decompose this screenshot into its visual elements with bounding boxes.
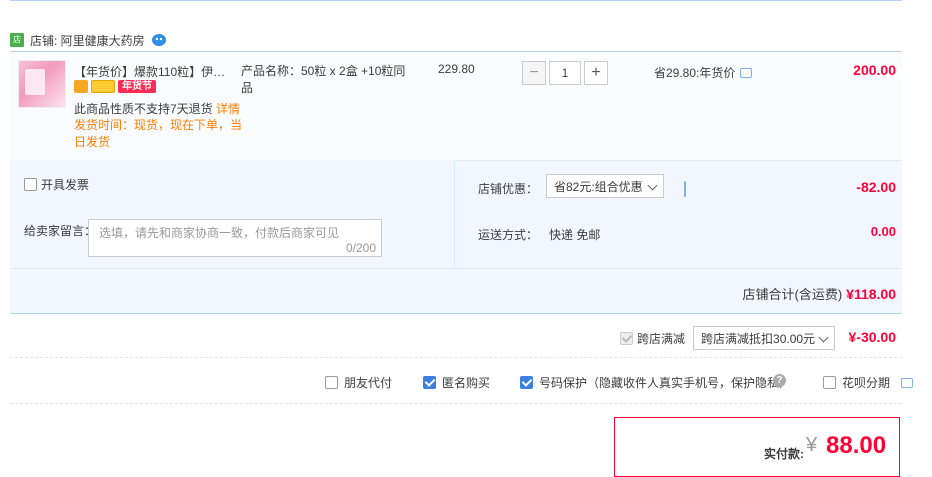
message-char-count: 0/200 (345, 241, 376, 255)
service-badge-icon (74, 80, 88, 93)
no-return-notice: 此商品性质不支持7天退货 详情 (74, 102, 241, 116)
festival-badge: 年货节 (118, 80, 156, 93)
product-spec: 产品名称：50粒 x 2盒 +10粒同品 (241, 64, 406, 95)
options-divider (10, 268, 902, 269)
payment-label: 实付款: (764, 447, 804, 461)
shop-icon: 店 (10, 33, 24, 47)
number-protect-option[interactable]: 号码保护（隐藏收件人真实手机号，保护隐私） (520, 374, 791, 391)
divider (10, 357, 902, 358)
shop-coupon-amount: -82.00 (856, 179, 896, 195)
item-subtotal: 200.00 (853, 62, 896, 78)
divider (10, 403, 902, 404)
cross-store-checkbox (620, 331, 633, 345)
chevron-down-icon (647, 180, 658, 191)
quantity-stepper: − 1 + (522, 61, 608, 85)
qty-input[interactable]: 1 (549, 61, 581, 85)
shipping-method-value: 快递 免邮 (549, 228, 601, 242)
shop-total: 店铺合计(含运费) ¥118.00 (742, 286, 896, 302)
invoice-option[interactable]: 开具发票 (24, 176, 89, 193)
huabei-option[interactable]: 花呗分期 (823, 374, 914, 391)
payment-currency: ¥ (806, 434, 818, 456)
card-badge-icon (91, 80, 115, 93)
invoice-label: 开具发票 (41, 178, 90, 192)
promo-info-icon[interactable] (740, 67, 753, 78)
shop-coupon-label: 店铺优惠： (478, 182, 539, 196)
number-protect-checkbox[interactable] (520, 376, 533, 389)
shipping-method-label: 运送方式： (478, 228, 539, 242)
friend-pay-checkbox[interactable] (325, 376, 338, 389)
cross-store-amount: ¥-30.00 (848, 329, 896, 345)
anonymous-checkbox[interactable] (423, 376, 436, 389)
item-promotion: 省29.80:年货价 (654, 64, 753, 81)
ship-time-notice: 发货时间：现货，现在下单，当日发货 (74, 118, 243, 149)
message-placeholder: 选填，请先和商家协商一致，付款后商家可见 (99, 226, 340, 240)
anonymous-option[interactable]: 匿名购买 (423, 374, 490, 391)
qty-plus-button[interactable]: + (584, 61, 608, 85)
help-icon[interactable]: ? (773, 374, 786, 387)
unit-price: 229.80 (438, 62, 475, 76)
invoice-checkbox[interactable] (24, 178, 37, 191)
product-thumbnail[interactable] (18, 60, 66, 108)
friend-pay-option[interactable]: 朋友代付 (325, 374, 392, 391)
huabei-info-icon[interactable] (901, 377, 914, 388)
shipping-fee: 0.00 (870, 224, 896, 239)
qty-minus-button[interactable]: − (522, 61, 546, 85)
shop-block-bottom-border (10, 313, 902, 314)
shop-total-amount: ¥118.00 (846, 286, 896, 302)
no-return-detail-link[interactable]: 详情 (216, 102, 240, 116)
header-divider (10, 0, 902, 1)
product-badges: 年货节 (74, 80, 156, 93)
coupon-info-icon[interactable] (684, 181, 686, 197)
message-label: 给卖家留言： (24, 224, 97, 238)
shop-name-link[interactable]: 店铺: 阿里健康大药房 (30, 32, 145, 49)
huabei-checkbox[interactable] (823, 376, 836, 389)
shop-coupon-select[interactable]: 省82元:组合优惠 (546, 174, 664, 198)
cross-store-label: 跨店满减 (637, 331, 686, 346)
product-title-link[interactable]: 【年货价】爆款110粒】伊可新… (74, 63, 236, 80)
wangwang-chat-icon[interactable] (151, 33, 167, 47)
payment-amount: 88.00 (826, 432, 887, 459)
shop-row: 店 店铺: 阿里健康大药房 (10, 30, 167, 50)
